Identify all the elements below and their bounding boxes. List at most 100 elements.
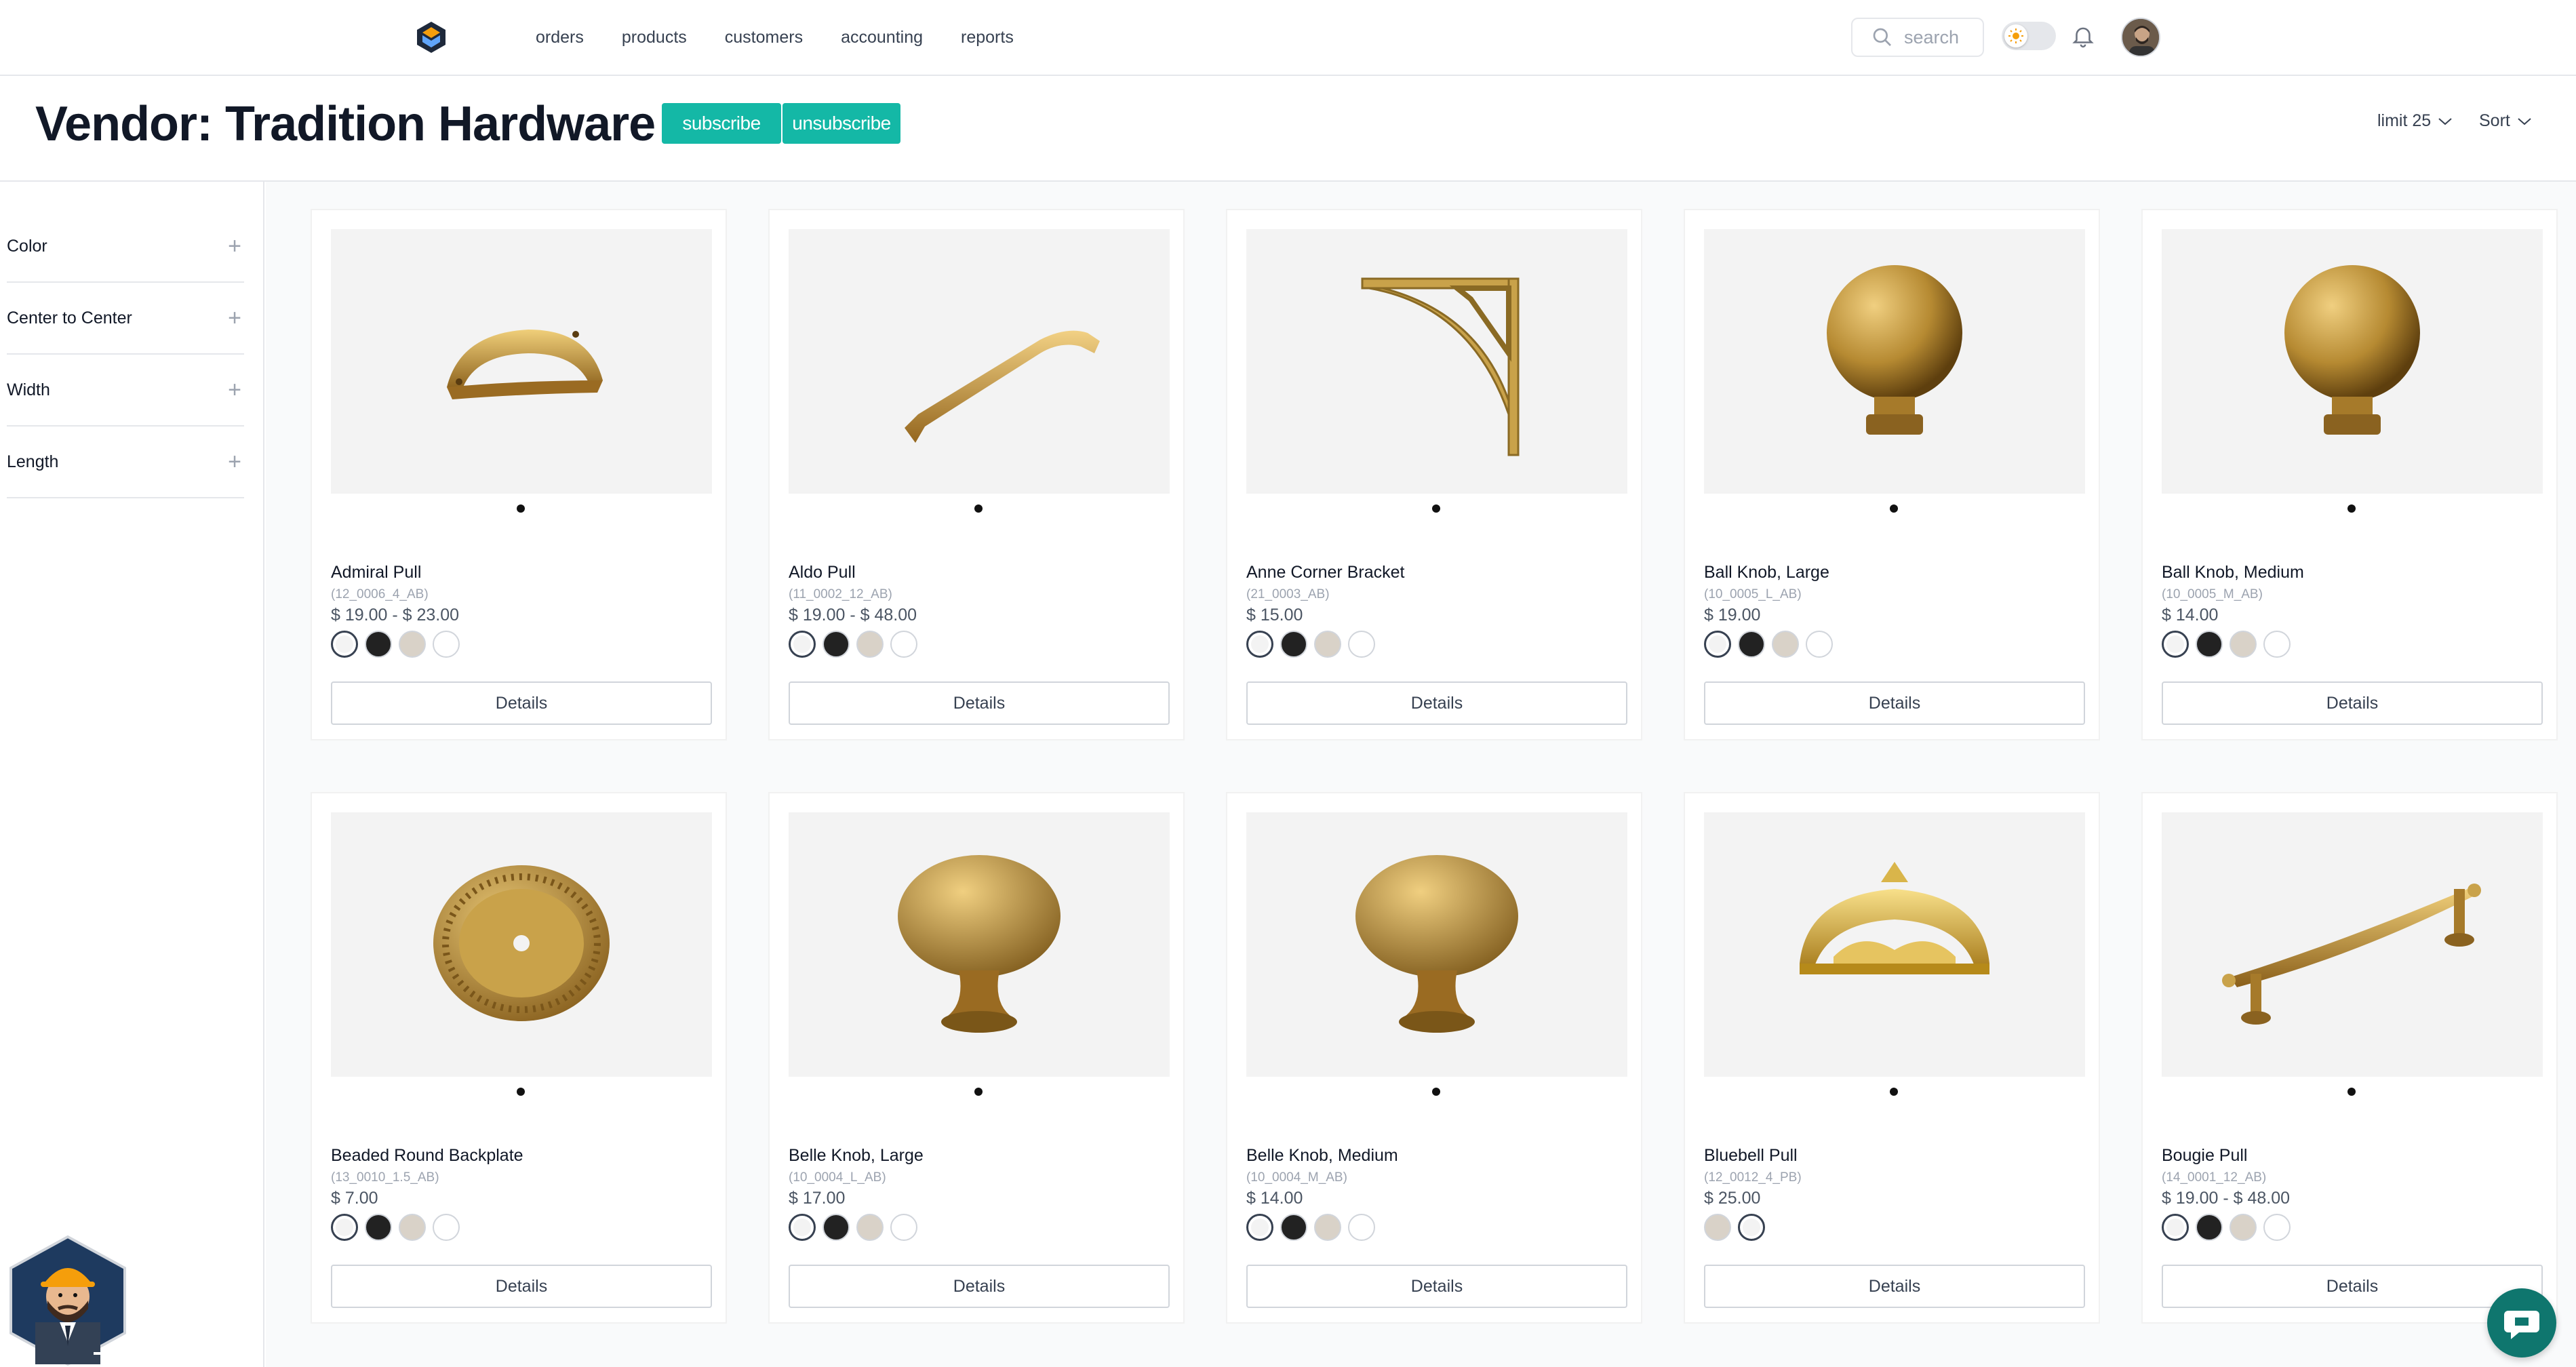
mascot-icon[interactable] (8, 1234, 127, 1367)
color-swatch[interactable] (890, 631, 917, 658)
color-swatch[interactable] (789, 1214, 816, 1241)
color-swatch[interactable] (1772, 631, 1799, 658)
carousel-dot[interactable] (1432, 504, 1440, 513)
color-swatch[interactable] (1246, 631, 1273, 658)
sort-dropdown[interactable]: Sort (2479, 111, 2532, 131)
filter-width[interactable]: Width + (7, 355, 244, 427)
product-card[interactable]: Bougie Pull (14_0001_12_AB) $ 19.00 - $ 48… (2141, 792, 2558, 1324)
carousel-dot[interactable] (1890, 504, 1898, 513)
subscribe-button[interactable]: subscribe (662, 103, 781, 144)
nav-reports[interactable]: reports (961, 26, 1014, 49)
filter-length[interactable]: Length + (7, 427, 244, 498)
product-image[interactable] (1246, 229, 1627, 494)
color-swatch[interactable] (1738, 1214, 1765, 1241)
details-button[interactable]: Details (1246, 1265, 1627, 1308)
color-swatch[interactable] (433, 631, 460, 658)
search-input[interactable]: search (1851, 18, 1984, 57)
color-swatch[interactable] (1280, 631, 1307, 658)
carousel-dot[interactable] (1890, 1088, 1898, 1096)
carousel-dot[interactable] (974, 1088, 983, 1096)
color-swatch[interactable] (1314, 631, 1341, 658)
color-swatch[interactable] (1246, 1214, 1273, 1241)
color-swatch[interactable] (399, 1214, 426, 1241)
color-swatch[interactable] (1314, 1214, 1341, 1241)
backplate-icon (420, 841, 623, 1048)
details-button[interactable]: Details (1246, 681, 1627, 725)
carousel-dot[interactable] (974, 504, 983, 513)
details-button[interactable]: Details (1704, 681, 2085, 725)
color-swatch[interactable] (2196, 631, 2223, 658)
product-card[interactable]: Ball Knob, Large (10_0005_L_AB) $ 19.00 Det… (1684, 209, 2100, 740)
color-swatch[interactable] (823, 631, 850, 658)
nav-customers[interactable]: customers (725, 26, 803, 49)
color-swatch[interactable] (1348, 631, 1375, 658)
details-button[interactable]: Details (1704, 1265, 2085, 1308)
color-swatch[interactable] (331, 631, 358, 658)
color-swatch[interactable] (789, 631, 816, 658)
color-swatch[interactable] (856, 631, 884, 658)
color-swatch[interactable] (2263, 1214, 2291, 1241)
filter-center-to-center[interactable]: Center to Center + (7, 283, 244, 355)
product-card[interactable]: Beaded Round Backplate (13_0010_1.5_AB) $ … (311, 792, 727, 1324)
product-card[interactable]: Belle Knob, Medium (10_0004_M_AB) $ 14.00 D… (1226, 792, 1642, 1324)
user-avatar[interactable] (2121, 18, 2160, 57)
nav-orders[interactable]: orders (536, 26, 584, 49)
theme-toggle[interactable] (2002, 22, 2056, 50)
product-image[interactable] (1704, 229, 2085, 494)
color-swatch[interactable] (1348, 1214, 1375, 1241)
product-image[interactable] (789, 229, 1170, 494)
nav-products[interactable]: products (622, 26, 687, 49)
color-swatch[interactable] (1280, 1214, 1307, 1241)
details-button[interactable]: Details (2162, 1265, 2543, 1308)
carousel-dot[interactable] (2347, 504, 2356, 513)
details-button[interactable]: Details (331, 1265, 712, 1308)
color-swatch[interactable] (890, 1214, 917, 1241)
color-swatch[interactable] (2196, 1214, 2223, 1241)
details-button[interactable]: Details (789, 1265, 1170, 1308)
product-card[interactable]: Aldo Pull (11_0002_12_AB) $ 19.00 - $ 48.0… (768, 209, 1185, 740)
carousel-dot[interactable] (1432, 1088, 1440, 1096)
color-swatch[interactable] (331, 1214, 358, 1241)
product-image[interactable] (2162, 229, 2543, 494)
color-swatch[interactable] (823, 1214, 850, 1241)
product-card[interactable]: Belle Knob, Large (10_0004_L_AB) $ 17.00 De… (768, 792, 1185, 1324)
color-swatch[interactable] (2162, 631, 2189, 658)
color-swatch[interactable] (2230, 631, 2257, 658)
carousel-dot[interactable] (517, 504, 525, 513)
bell-icon[interactable] (2070, 23, 2096, 49)
chat-button[interactable] (2487, 1288, 2556, 1358)
color-swatch[interactable] (2263, 631, 2291, 658)
product-card[interactable]: Bluebell Pull (12_0012_4_PB) $ 25.00 Detail… (1684, 792, 2100, 1324)
filter-color[interactable]: Color + (7, 211, 244, 283)
color-swatch[interactable] (2162, 1214, 2189, 1241)
product-image[interactable] (1704, 812, 2085, 1077)
color-swatch[interactable] (2230, 1214, 2257, 1241)
color-swatch[interactable] (1704, 1214, 1731, 1241)
details-button[interactable]: Details (2162, 681, 2543, 725)
nav-accounting[interactable]: accounting (841, 26, 923, 49)
product-image[interactable] (331, 229, 712, 494)
unsubscribe-button[interactable]: unsubscribe (782, 103, 900, 144)
color-swatch[interactable] (856, 1214, 884, 1241)
color-swatch[interactable] (399, 631, 426, 658)
color-swatch[interactable] (1704, 631, 1731, 658)
product-image[interactable] (2162, 812, 2543, 1077)
product-card[interactable]: Ball Knob, Medium (10_0005_M_AB) $ 14.00 De… (2141, 209, 2558, 740)
product-image[interactable] (1246, 812, 1627, 1077)
details-button[interactable]: Details (789, 681, 1170, 725)
product-card[interactable]: Admiral Pull (12_0006_4_AB) $ 19.00 - $ 23… (311, 209, 727, 740)
color-swatch[interactable] (1738, 631, 1765, 658)
product-image[interactable] (331, 812, 712, 1077)
carousel-dot[interactable] (517, 1088, 525, 1096)
app-logo-icon[interactable] (416, 20, 447, 54)
color-swatch[interactable] (1806, 631, 1833, 658)
product-card[interactable]: Anne Corner Bracket (21_0003_AB) $ 15.00 De… (1226, 209, 1642, 740)
color-swatch[interactable] (365, 1214, 392, 1241)
color-swatch[interactable] (433, 1214, 460, 1241)
color-swatch[interactable] (365, 631, 392, 658)
details-button[interactable]: Details (331, 681, 712, 725)
carousel-dot[interactable] (2347, 1088, 2356, 1096)
sort-label: Sort (2479, 111, 2510, 130)
limit-dropdown[interactable]: limit 25 (2377, 111, 2453, 131)
product-image[interactable] (789, 812, 1170, 1077)
